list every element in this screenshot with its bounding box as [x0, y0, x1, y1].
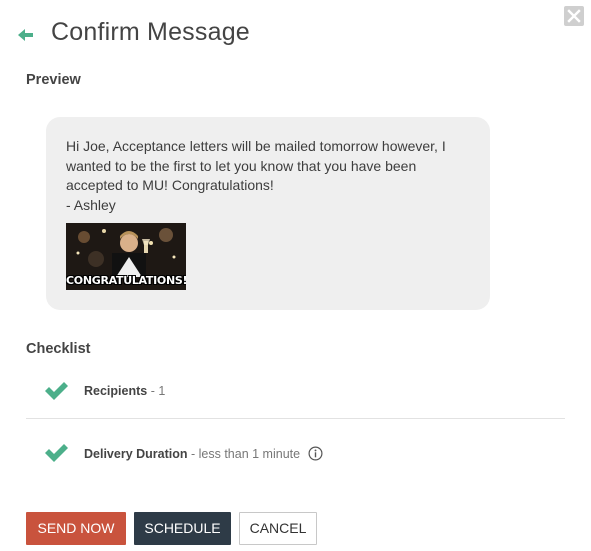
message-line: wanted to be the first to let you know t…	[66, 157, 417, 174]
back-arrow-icon	[18, 29, 33, 41]
congratulations-gif: CONGRATULATIONS!	[66, 223, 186, 290]
checklist-item-delivery-duration: Delivery Duration - less than 1 minute	[26, 428, 565, 480]
message-line: Hi Joe, Acceptance letters will be maile…	[66, 138, 446, 154]
close-button[interactable]	[564, 6, 584, 26]
send-now-button[interactable]: SEND NOW	[26, 512, 126, 545]
message-preview-bubble: Hi Joe, Acceptance letters will be maile…	[46, 117, 490, 310]
checkmark-icon	[45, 444, 68, 462]
confirm-message-dialog: Confirm Message Preview Hi Joe, Acceptan…	[0, 0, 591, 551]
delivery-duration-value: - less than 1 minute	[187, 447, 301, 461]
recipients-count: - 1	[147, 384, 166, 398]
delivery-duration-text: Delivery Duration - less than 1 minute	[84, 446, 323, 461]
info-icon[interactable]	[308, 446, 323, 461]
checklist-item-recipients: Recipients - 1	[26, 366, 565, 419]
delivery-duration-label: Delivery Duration	[84, 447, 188, 461]
checkmark-icon	[45, 382, 68, 400]
dialog-title: Confirm Message	[51, 18, 250, 46]
message-text: Hi Joe, Acceptance letters will be maile…	[66, 137, 476, 215]
gif-caption: CONGRATULATIONS!	[66, 274, 186, 287]
recipients-text: Recipients - 1	[84, 384, 165, 398]
cancel-button[interactable]: CANCEL	[239, 512, 317, 545]
schedule-button[interactable]: SCHEDULE	[134, 512, 231, 545]
recipients-label: Recipients	[84, 384, 148, 398]
back-button[interactable]	[16, 26, 36, 44]
message-line: accepted to MU! Congratulations!	[66, 177, 274, 193]
checklist-heading: Checklist	[26, 341, 91, 357]
preview-heading: Preview	[26, 72, 81, 88]
message-signature: - Ashley	[66, 196, 116, 213]
close-icon	[567, 9, 581, 23]
